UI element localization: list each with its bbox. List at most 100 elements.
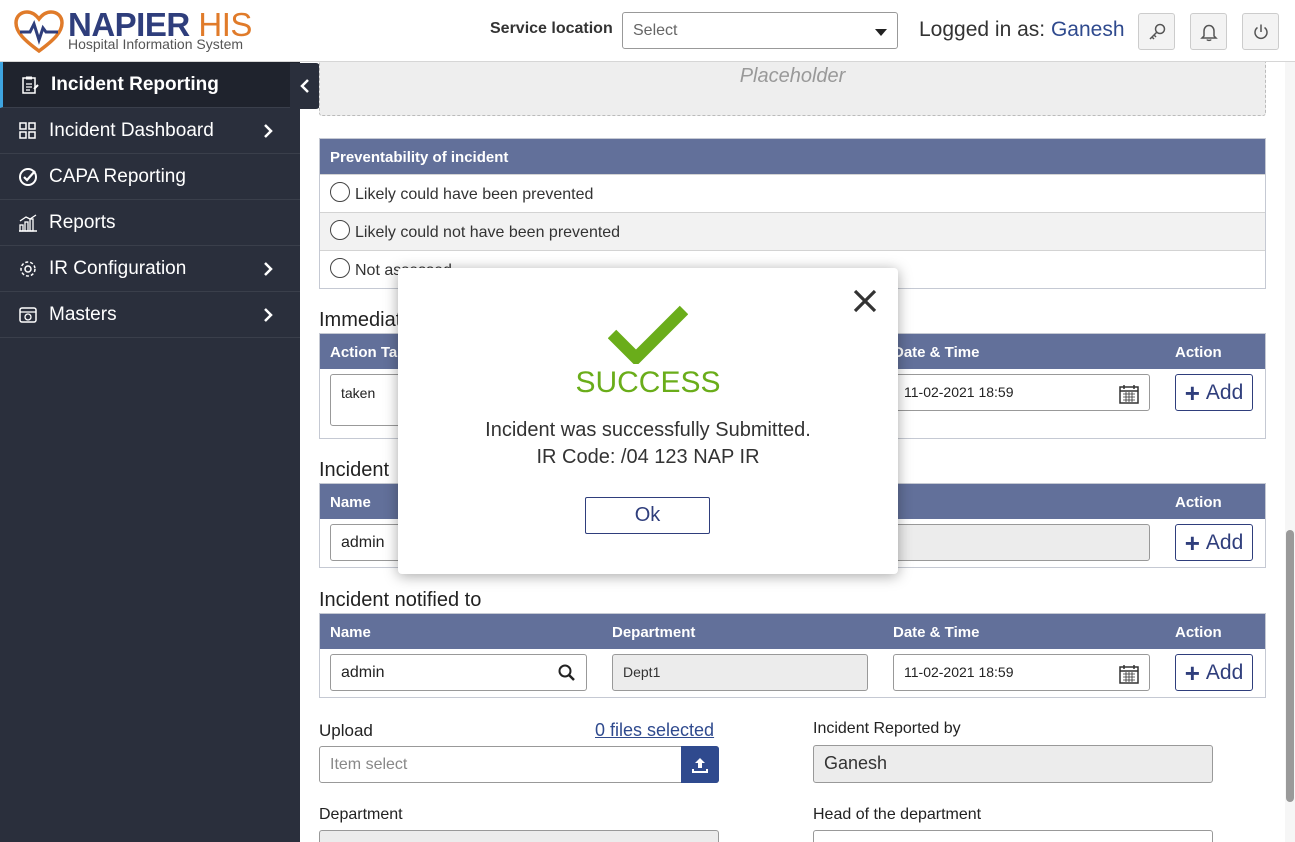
add-label: Add	[1205, 380, 1244, 404]
head-of-department-field[interactable]	[813, 830, 1213, 842]
add-label: Add	[1205, 660, 1244, 684]
service-location-label: Service location	[490, 20, 613, 37]
col-name: Name	[330, 494, 371, 511]
logout-button[interactable]	[1242, 13, 1279, 50]
preventability-header-label: Preventability of incident	[330, 149, 509, 166]
notified-name-value: admin	[341, 664, 385, 681]
sidebar-item-incident-reporting[interactable]: Incident Reporting	[0, 62, 300, 108]
radio-button[interactable]	[330, 220, 350, 240]
notified-department-field: Dept1	[612, 654, 868, 691]
notifications-button[interactable]	[1190, 13, 1227, 50]
chevron-right-icon	[264, 124, 273, 138]
chart-icon	[16, 212, 40, 234]
immediate-datetime-field[interactable]: 11-02-2021 18:59	[893, 374, 1150, 411]
napier-his-logo[interactable]: NAPIER HIS Hospital Information System	[14, 8, 274, 54]
ok-button[interactable]: Ok	[585, 497, 710, 534]
success-title: SUCCESS	[575, 366, 721, 399]
sidebar-item-incident-dashboard[interactable]: Incident Dashboard	[0, 108, 300, 154]
logged-in-info: Logged in as: Ganesh	[919, 18, 1125, 42]
notified-datetime-field[interactable]: 11-02-2021 18:59	[893, 654, 1150, 691]
settings-icon	[16, 258, 40, 280]
placeholder-text: Placeholder	[739, 65, 846, 87]
col-action-taken: Action Ta	[330, 344, 398, 361]
sidebar-item-label: CAPA Reporting	[49, 165, 186, 187]
search-icon[interactable]	[557, 663, 577, 683]
power-icon	[1253, 24, 1268, 39]
placeholder-area[interactable]: Placeholder	[319, 62, 1266, 116]
heart-pulse-logo-icon	[14, 10, 64, 54]
upload-button[interactable]	[681, 746, 719, 783]
preventability-option[interactable]: Likely could have been prevented	[320, 174, 1265, 212]
reported-by-value: Ganesh	[824, 753, 888, 773]
checkmark-icon	[608, 305, 688, 364]
add-notified-button[interactable]: + Add	[1175, 654, 1253, 691]
sidebar-item-label: IR Configuration	[49, 257, 187, 279]
key-icon	[1148, 23, 1165, 40]
sidebar-item-capa-reporting[interactable]: CAPA Reporting	[0, 154, 300, 200]
sidebar-item-label: Masters	[49, 303, 117, 325]
col-datetime: Date & Time	[893, 344, 980, 361]
department-field	[319, 830, 719, 842]
logged-in-user[interactable]: Ganesh	[1051, 18, 1125, 41]
preventability-option[interactable]: Likely could not have been prevented	[320, 212, 1265, 250]
head-of-department-label: Head of the department	[813, 806, 982, 823]
chevron-right-icon	[264, 308, 273, 322]
database-icon	[16, 304, 40, 326]
incident-section-title: Incident	[319, 459, 390, 481]
page-scrollbar[interactable]	[1285, 62, 1295, 842]
add-label: Add	[1205, 530, 1244, 554]
incident-notified-row: admin Dept1 11-02-2021 18:59 + Add	[320, 649, 1265, 697]
scrollbar-thumb[interactable]	[1286, 530, 1294, 802]
grid-icon	[16, 120, 40, 142]
notified-name-field[interactable]: admin	[330, 654, 587, 691]
upload-label: Upload	[319, 721, 373, 740]
col-datetime: Date & Time	[893, 624, 980, 641]
preventability-header: Preventability of incident	[320, 139, 1265, 174]
upload-input[interactable]: Item select	[319, 746, 719, 783]
incident-extra-field	[893, 524, 1150, 561]
reported-by-label: Incident Reported by	[813, 720, 961, 737]
plus-icon: +	[1184, 657, 1200, 688]
department-label: Department	[319, 806, 403, 823]
add-immediate-action-button[interactable]: + Add	[1175, 374, 1253, 411]
notified-datetime-value: 11-02-2021 18:59	[904, 664, 1014, 680]
sidebar-item-label: Reports	[49, 211, 116, 233]
radio-button[interactable]	[330, 258, 350, 278]
incident-name-value: admin	[341, 534, 385, 551]
files-selected-link[interactable]: 0 files selected	[595, 720, 714, 741]
sidebar-item-reports[interactable]: Reports	[0, 200, 300, 246]
radio-button[interactable]	[330, 182, 350, 202]
immediate-datetime-value: 11-02-2021 18:59	[904, 384, 1014, 400]
calendar-icon[interactable]	[1118, 663, 1140, 685]
notified-department-value: Dept1	[623, 664, 661, 680]
col-action: Action	[1175, 624, 1222, 641]
col-name: Name	[330, 624, 371, 641]
incident-notified-panel: Name Department Date & Time Action admin…	[319, 613, 1266, 698]
caret-down-icon	[875, 29, 887, 36]
service-location-value: Select	[633, 22, 678, 39]
reported-by-field: Ganesh	[813, 745, 1213, 783]
logged-in-label: Logged in as:	[919, 18, 1046, 41]
upload-placeholder: Item select	[330, 756, 408, 773]
plus-icon: +	[1184, 527, 1200, 558]
incident-notified-title: Incident notified to	[319, 589, 482, 611]
clipboard-icon	[18, 74, 42, 96]
check-circle-icon	[16, 166, 40, 188]
close-icon[interactable]	[850, 286, 880, 316]
add-incident-button[interactable]: + Add	[1175, 524, 1253, 561]
preventability-panel: Preventability of incident Likely could …	[319, 138, 1266, 289]
bell-icon	[1199, 24, 1218, 41]
chevron-right-icon	[264, 262, 273, 276]
sidebar-item-ir-configuration[interactable]: IR Configuration	[0, 246, 300, 292]
ok-label: Ok	[634, 504, 661, 526]
change-password-button[interactable]	[1138, 13, 1175, 50]
top-header: NAPIER HIS Hospital Information System S…	[0, 0, 1295, 62]
sidebar: Incident Reporting Incident Dashboard CA…	[0, 62, 300, 842]
service-location-select[interactable]: Select	[622, 12, 898, 49]
calendar-icon[interactable]	[1118, 383, 1140, 405]
col-department: Department	[612, 624, 696, 641]
sidebar-item-masters[interactable]: Masters	[0, 292, 300, 338]
radio-label: Likely could have been prevented	[355, 186, 594, 203]
col-action: Action	[1175, 344, 1222, 361]
ir-code: IR Code: /04 123 NAP IR	[536, 446, 760, 468]
